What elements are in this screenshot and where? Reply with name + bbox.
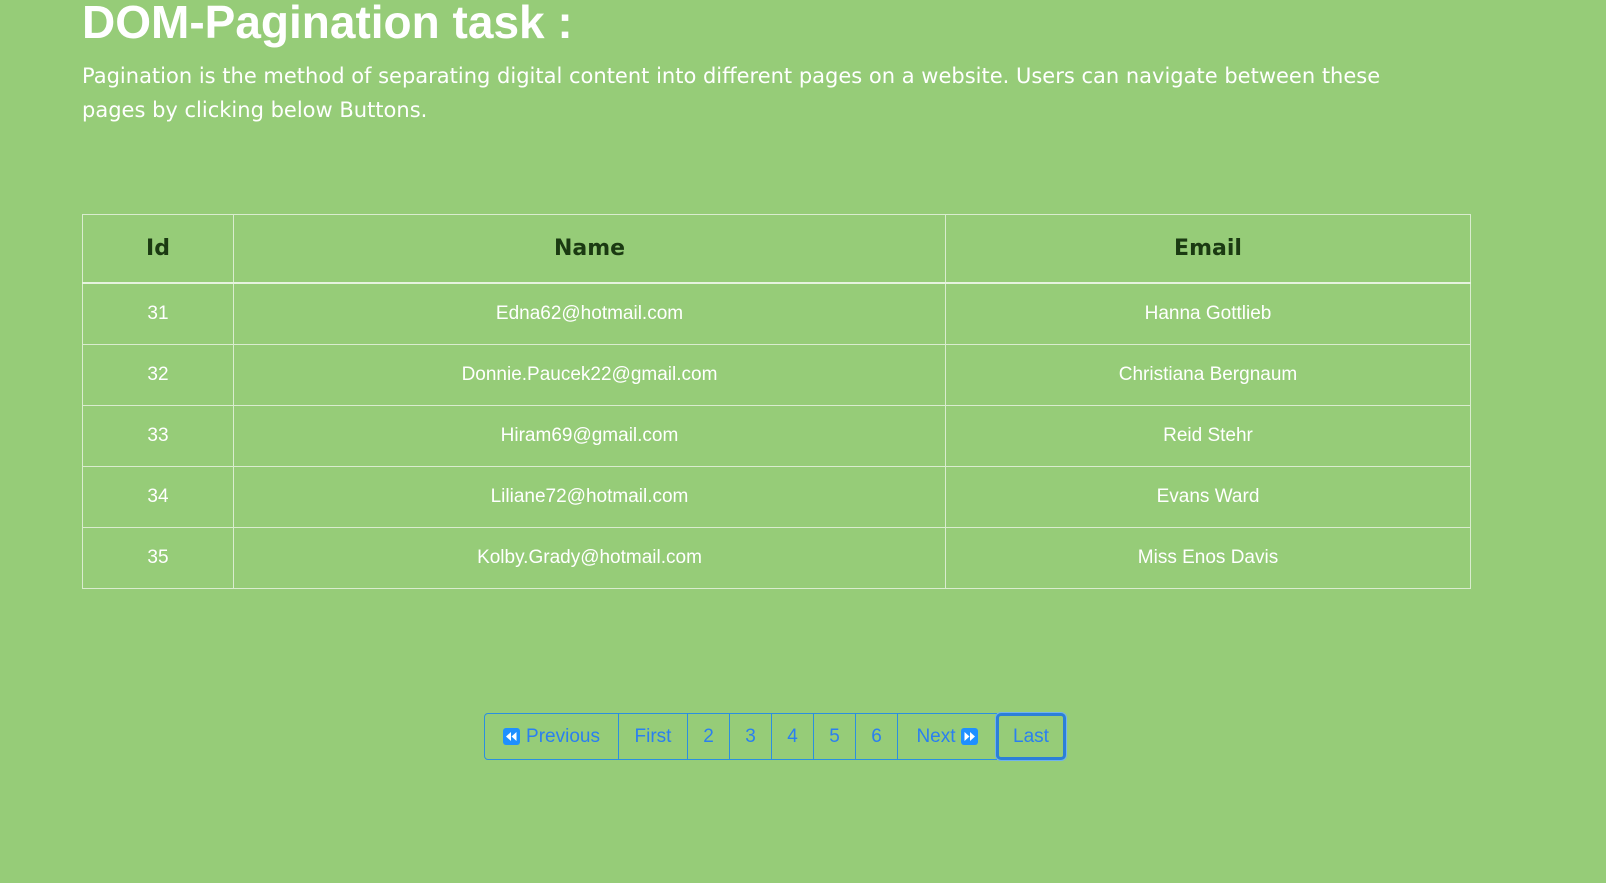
data-table: Id Name Email 31 Edna62@hotmail.com Hann… [82, 214, 1471, 589]
page-description: Pagination is the method of separating d… [82, 64, 1381, 122]
rewind-icon [503, 728, 521, 745]
table-row: 33 Hiram69@gmail.com Reid Stehr [82, 405, 1471, 467]
page-button-2[interactable]: 2 [687, 713, 730, 760]
cell-email: Reid Stehr [945, 405, 1471, 467]
table-header-row: Id Name Email [82, 214, 1471, 284]
page-button-4[interactable]: 4 [771, 713, 814, 760]
cell-id: 35 [82, 527, 234, 589]
next-button[interactable]: Next [897, 713, 997, 760]
last-page-button[interactable]: Last [996, 713, 1066, 760]
page-button-3[interactable]: 3 [729, 713, 772, 760]
fast-forward-icon [960, 728, 978, 745]
cell-name: Donnie.Paucek22@gmail.com [233, 344, 946, 406]
column-header-name: Name [233, 214, 946, 284]
pagination: Previous First 2 3 4 5 6 Next Last [484, 713, 1066, 760]
first-page-button[interactable]: First [618, 713, 688, 760]
cell-name: Hiram69@gmail.com [233, 405, 946, 467]
cell-email: Hanna Gottlieb [945, 282, 1471, 345]
cell-id: 33 [82, 405, 234, 467]
previous-label: Previous [526, 725, 600, 747]
data-table-container: Id Name Email 31 Edna62@hotmail.com Hann… [82, 214, 1471, 589]
previous-button[interactable]: Previous [484, 713, 619, 760]
table-row: 32 Donnie.Paucek22@gmail.com Christiana … [82, 344, 1471, 406]
table-row: 35 Kolby.Grady@hotmail.com Miss Enos Dav… [82, 527, 1471, 589]
cell-id: 34 [82, 466, 234, 528]
page-button-5[interactable]: 5 [813, 713, 856, 760]
cell-email: Miss Enos Davis [945, 527, 1471, 589]
page-title: DOM-Pagination task : [82, 0, 573, 48]
column-header-email: Email [945, 214, 1471, 284]
cell-id: 32 [82, 344, 234, 406]
cell-name: Kolby.Grady@hotmail.com [233, 527, 946, 589]
cell-id: 31 [82, 282, 234, 345]
table-row: 34 Liliane72@hotmail.com Evans Ward [82, 466, 1471, 528]
cell-email: Christiana Bergnaum [945, 344, 1471, 406]
cell-name: Liliane72@hotmail.com [233, 466, 946, 528]
cell-name: Edna62@hotmail.com [233, 282, 946, 345]
page: DOM-Pagination task : Pagination is the … [0, 0, 1606, 883]
next-label: Next [916, 725, 956, 747]
column-header-id: Id [82, 214, 234, 284]
table-row: 31 Edna62@hotmail.com Hanna Gottlieb [82, 282, 1471, 345]
cell-email: Evans Ward [945, 466, 1471, 528]
page-button-6[interactable]: 6 [855, 713, 898, 760]
